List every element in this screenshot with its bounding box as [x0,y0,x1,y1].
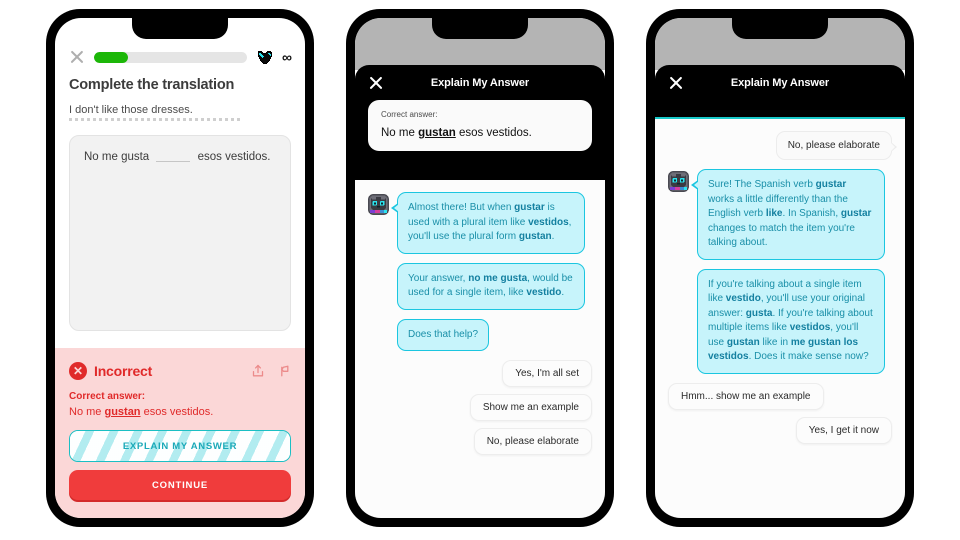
correct-bold: gustan [104,406,141,418]
avatar-spacer [368,265,389,286]
chat-row-bot: If you're talking about a single item li… [668,268,892,374]
phone-2-explain: Explain My Answer Correct answer: No me … [346,9,614,527]
explain-button-label: EXPLAIN MY ANSWER [122,440,238,452]
bot-message-bubble: Sure! The Spanish verb gustar works a li… [691,169,885,260]
correct-answer-text: No me gustan esos vestidos. [69,406,291,418]
phone-notch [132,18,228,39]
status-badge: Incorrect [94,363,153,379]
answer-line: No me gusta esos vestidos. [84,148,276,163]
chat-row-bot: Sure! The Spanish verb gustar works a li… [668,169,892,260]
screenshot-canvas: ∞ Complete the translation I don't like … [0,0,960,540]
share-icon[interactable] [251,364,265,378]
error-x-icon: ✕ [69,362,87,380]
lesson-progress-fill [94,51,128,63]
correct-answer-label: Correct answer: [381,110,438,119]
answer-prefix: No me gusta [84,151,150,163]
answer-bold: gustan [418,127,456,139]
quick-reply-option[interactable]: Yes, I get it now [795,416,892,444]
answer-suffix: esos vestidos. [197,151,271,163]
quick-reply-row: No, please elaborate [368,428,592,455]
chat-thread: Almost there! But when gustar is used wi… [355,180,605,518]
modal-title: Explain My Answer [730,76,830,89]
bot-message-bubble: If you're talking about a single item li… [697,268,885,374]
explain-my-answer-button[interactable]: EXPLAIN MY ANSWER [69,430,291,462]
modal-header: Explain My Answer [655,65,905,100]
result-header: ✕ Incorrect [69,362,291,380]
phone-1-screen: ∞ Complete the translation I don't like … [55,18,305,518]
bot-message-bubble: Almost there! But when gustar is used wi… [391,192,585,254]
chat-row-user: No, please elaborate [668,131,898,160]
bot-message-bubble: Your answer, no me gusta, would be used … [397,262,585,310]
chat-thread: No, please elaborate Sure! The Spanish ve… [655,117,905,518]
modal-header: Explain My Answer [355,65,605,100]
quick-reply-option[interactable]: Show me an example [469,394,592,421]
user-message-bubble: No, please elaborate [775,131,898,160]
continue-button-label: CONTINUE [151,479,208,491]
translation-prompt: I don't like those dresses. [69,104,241,121]
correct-answer-text: No me gustan esos vestidos. [381,127,579,139]
quick-reply-option[interactable]: Yes, I'm all set [502,360,592,387]
prompt-hint-dots [69,118,241,121]
mascot-cat-icon [668,171,689,192]
continue-button[interactable]: CONTINUE [69,470,291,500]
explain-modal: Explain My Answer Correct answer: No me … [355,65,605,518]
phone-notch [432,18,528,39]
phone-3-explain-elaborate: Explain My Answer No, please elaborate Su… [646,9,914,527]
quick-reply-option[interactable]: Hmm... show me an example [668,382,824,410]
chat-row-bot: Almost there! But when gustar is used wi… [368,192,592,254]
chat-row-bot: Your answer, no me gusta, would be used … [368,262,592,310]
answer-blank[interactable] [156,148,191,162]
lesson-header: ∞ Complete the translation I don't like … [55,48,305,121]
phone-1-lesson: ∞ Complete the translation I don't like … [46,9,314,527]
quick-reply-row: Show me an example [368,394,592,421]
flag-icon[interactable] [277,364,291,378]
correct-answer-card: Correct answer: No me gustan esos vestid… [368,100,592,151]
avatar-spacer [668,271,689,292]
bot-message-bubble: Does that help? [397,318,490,351]
chat-row-bot: Does that help? [368,318,592,351]
quick-reply-row: Hmm... show me an example [668,382,892,410]
correct-prefix: No me [69,406,105,418]
correct-suffix: esos vestidos. [140,406,214,418]
phone-3-screen: Explain My Answer No, please elaborate Su… [655,18,905,518]
page-title: Complete the translation [69,77,235,93]
quick-reply-row: Yes, I'm all set [368,360,592,387]
correct-answer-label: Correct answer: [69,391,146,402]
answer-input-area[interactable]: No me gusta esos vestidos. [69,135,291,331]
phone-2-screen: Explain My Answer Correct answer: No me … [355,18,605,518]
lesson-progress-bar [94,51,248,63]
close-icon[interactable] [668,75,684,91]
result-actions [251,364,291,378]
modal-title: Explain My Answer [430,76,530,89]
explain-modal: Explain My Answer No, please elaborate Su… [655,65,905,518]
result-banner: ✕ Incorrect Correct answer: No me gustan… [55,348,305,518]
quick-reply-options: Hmm... show me an example Yes, I get it n… [668,382,892,444]
answer-suffix: esos vestidos. [455,127,532,139]
heart-icon [256,50,273,65]
close-icon[interactable] [69,49,85,65]
answer-prefix: No me [381,127,419,139]
avatar-spacer [368,321,389,342]
close-icon[interactable] [368,75,384,91]
lesson-top-bar: ∞ [69,48,292,66]
mascot-cat-icon [368,194,389,215]
prompt-text: I don't like those dresses. [69,104,193,116]
quick-reply-options: Yes, I'm all set Show me an example No, pl… [368,360,592,455]
infinity-icon: ∞ [282,49,292,65]
phone-notch [732,18,828,39]
quick-reply-row: Yes, I get it now [668,416,892,444]
quick-reply-option[interactable]: No, please elaborate [473,428,592,455]
